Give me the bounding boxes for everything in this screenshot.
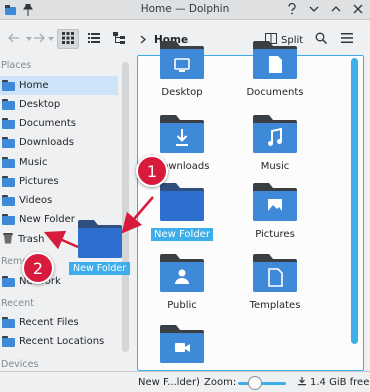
selection-info: New F...lder) (138, 377, 200, 388)
zoom-slider-track[interactable] (238, 382, 286, 385)
section-devices: Devices (1, 359, 39, 370)
arrow-left-icon (8, 33, 20, 46)
music-folder-icon (253, 113, 297, 156)
zoom-slider-handle[interactable] (248, 376, 262, 390)
file-item-label: Desktop (161, 87, 203, 98)
desktop-folder-icon (160, 39, 204, 82)
details-view-button[interactable] (109, 29, 129, 49)
file-item[interactable]: Documents (235, 41, 315, 99)
sidebar-item-label: Recent Locations (19, 336, 105, 347)
trash-icon (2, 232, 14, 247)
pictures-folder-icon (2, 176, 15, 187)
annotation-step-1: 1 (136, 155, 168, 187)
downloads-folder-icon (160, 113, 204, 156)
folder-icon (2, 214, 15, 225)
search-icon (315, 32, 328, 47)
file-item[interactable]: Music (235, 113, 315, 173)
file-view-scrollbar[interactable] (351, 58, 358, 344)
sidebar-item-label: Music (19, 157, 48, 168)
file-item[interactable]: New Folder (142, 181, 222, 241)
file-item-label: Documents (246, 87, 304, 98)
file-item-label: Public (167, 300, 197, 311)
file-item-label: Music (260, 161, 290, 172)
status-bar: New F...lder) Zoom: 1.4 GiB free (0, 371, 370, 392)
pictures-folder-icon (253, 181, 297, 224)
dragged-folder-label: New Folder (69, 262, 131, 275)
public-folder-icon (160, 252, 204, 295)
sidebar-item-music[interactable]: Music (0, 153, 118, 172)
hamburger-icon (341, 32, 353, 46)
sidebar-item-pictures[interactable]: Pictures (0, 172, 118, 191)
templates-folder-icon (253, 252, 297, 295)
file-item-label: Pictures (255, 229, 295, 240)
compact-view-button[interactable] (84, 29, 104, 49)
file-item[interactable]: Public (142, 252, 222, 312)
breadcrumb-chevron-icon (140, 35, 146, 47)
sidebar-item-label: Home (19, 80, 49, 91)
free-space[interactable]: 1.4 GiB free (297, 376, 369, 389)
file-item[interactable]: Templates (235, 252, 315, 312)
desktop-folder-icon (2, 99, 15, 110)
dragged-folder-icon (78, 218, 122, 261)
sidebar-item-documents[interactable]: Documents (0, 114, 118, 133)
recent-files-icon (2, 317, 15, 328)
grid-icon (62, 31, 74, 47)
forward-history-dropdown[interactable] (47, 29, 55, 49)
minimize-icon[interactable] (308, 2, 320, 16)
sidebar-item-videos[interactable]: Videos (0, 191, 118, 210)
close-icon[interactable] (352, 2, 364, 16)
sidebar-item-label: Desktop (19, 99, 61, 110)
file-item[interactable]: Pictures (235, 181, 315, 241)
sidebar-item-label: Documents (19, 118, 77, 129)
sidebar-item-label: Recent Files (19, 317, 79, 328)
recent-locations-icon (2, 336, 15, 347)
downloads-folder-icon (2, 137, 15, 148)
disk-icon (297, 376, 307, 389)
search-button[interactable] (313, 29, 329, 49)
menu-button[interactable] (339, 29, 355, 49)
file-item[interactable]: Desktop (142, 41, 222, 99)
home-folder-icon (2, 80, 15, 91)
section-recent: Recent (1, 298, 34, 309)
section-places: Places (1, 60, 32, 71)
videos-folder-icon (160, 323, 204, 366)
icons-view-button[interactable] (57, 29, 79, 49)
maximize-icon[interactable] (330, 2, 342, 16)
list-icon (88, 32, 100, 46)
back-button[interactable] (4, 29, 24, 49)
arrow-right-icon (33, 33, 45, 46)
forward-button[interactable] (29, 29, 49, 49)
music-folder-icon (2, 157, 15, 168)
annotation-step-2: 2 (22, 252, 54, 284)
new-folder-folder-icon (160, 181, 204, 224)
file-item-label: Templates (249, 300, 301, 311)
file-item[interactable] (142, 323, 222, 372)
sidebar-item-downloads[interactable]: Downloads (0, 133, 118, 152)
sidebar-item-label: New Folder (19, 214, 75, 225)
sidebar-item-label: Videos (19, 195, 53, 206)
documents-folder-icon (253, 39, 297, 82)
help-icon[interactable] (286, 2, 298, 16)
zoom-label: Zoom: (204, 377, 237, 388)
free-space-label: 1.4 GiB free (310, 377, 370, 388)
sidebar-item-desktop[interactable]: Desktop (0, 95, 118, 114)
sidebar-item-recent-files[interactable]: Recent Files (0, 313, 118, 332)
file-item-label: New Folder (151, 228, 213, 241)
sidebar-item-home[interactable]: Home (0, 76, 118, 95)
sidebar-item-label: Trash (18, 234, 45, 245)
documents-folder-icon (2, 118, 15, 129)
videos-folder-icon (2, 195, 15, 206)
network-folder-icon (2, 276, 15, 287)
sidebar-item-label: Downloads (19, 137, 74, 148)
sidebar-item-label: Pictures (19, 176, 59, 187)
tree-icon (113, 31, 125, 47)
sidebar-item-recent-locations[interactable]: Recent Locations (0, 332, 118, 351)
title-bar: Home — Dolphin (0, 0, 370, 20)
sidebar-scrollbar[interactable] (122, 62, 129, 352)
